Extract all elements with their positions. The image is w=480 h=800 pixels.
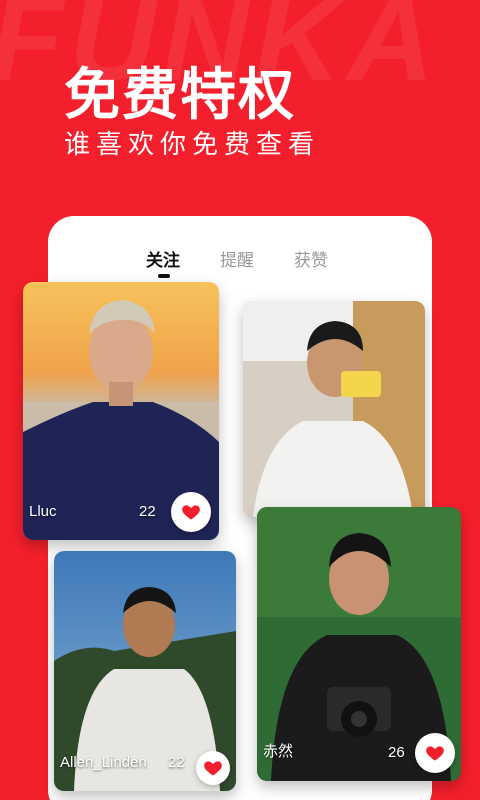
- profile-photo: [243, 301, 425, 517]
- tab-likes[interactable]: 获赞: [294, 246, 328, 271]
- tab-reminder[interactable]: 提醒: [220, 246, 254, 271]
- promo-subtitle: 谁喜欢你免费查看: [64, 130, 321, 160]
- tab-follow[interactable]: 关注: [146, 246, 180, 271]
- profile-name: 赤然: [263, 743, 294, 760]
- heart-icon: [182, 505, 200, 520]
- profile-age: 26: [388, 744, 405, 761]
- like-button[interactable]: [171, 492, 211, 532]
- profile-card[interactable]: Lluc 22: [23, 282, 219, 540]
- like-button[interactable]: [196, 751, 230, 785]
- profile-age: 22: [168, 754, 185, 771]
- profile-card[interactable]: 赤然 26: [257, 507, 461, 781]
- like-button[interactable]: [415, 733, 455, 773]
- profile-card[interactable]: [243, 301, 425, 517]
- tab-bar: 关注 提醒 获赞: [48, 246, 432, 286]
- profile-age: 22: [139, 503, 156, 520]
- active-tab-indicator: [158, 274, 170, 278]
- profile-card[interactable]: Allen_Linden 22: [54, 551, 236, 791]
- profile-name: Allen_Linden: [60, 754, 147, 771]
- promo-title: 免费特权: [64, 63, 296, 128]
- profile-name: Lluc: [29, 503, 57, 520]
- heart-icon: [204, 761, 222, 776]
- heart-icon: [426, 746, 444, 761]
